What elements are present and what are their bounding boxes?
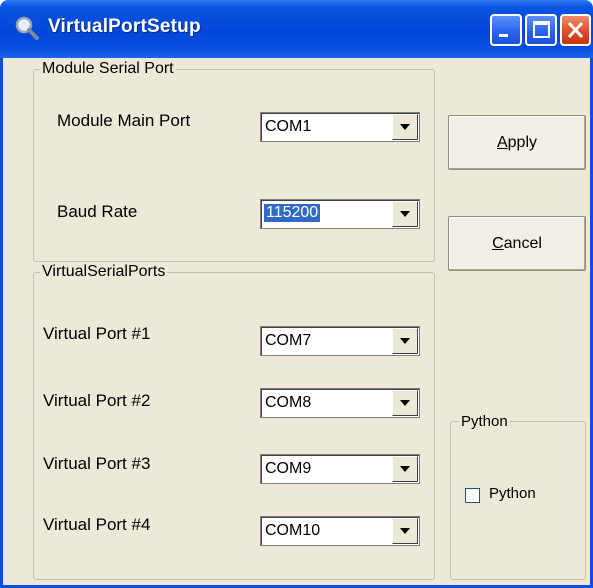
chevron-down-icon bbox=[400, 211, 410, 217]
cancel-label-rest: ancel bbox=[503, 234, 542, 252]
virtual-port-1-dropdown-button[interactable] bbox=[392, 328, 418, 354]
virtual-port-4-label: Virtual Port #4 bbox=[43, 515, 151, 534]
magnifier-app-icon bbox=[15, 16, 39, 40]
python-group-label: Python bbox=[459, 413, 510, 430]
virtual-port-2-combo[interactable]: COM8 bbox=[260, 388, 420, 418]
virtual-port-2-dropdown-button[interactable] bbox=[392, 390, 418, 416]
chevron-down-icon bbox=[400, 124, 410, 130]
virtual-port-1-label: Virtual Port #1 bbox=[43, 324, 151, 343]
virtual-port-3-label: Virtual Port #3 bbox=[43, 454, 151, 473]
apply-mnemonic: A bbox=[496, 133, 508, 151]
cancel-mnemonic: C bbox=[492, 234, 504, 252]
baud-rate-label: Baud Rate bbox=[57, 202, 138, 221]
minimize-button[interactable] bbox=[490, 14, 522, 46]
chevron-down-icon bbox=[400, 338, 410, 344]
virtual-port-4-dropdown-button[interactable] bbox=[392, 518, 418, 544]
baud-rate-value: 115200 bbox=[264, 204, 321, 222]
cancel-button[interactable]: Cancel bbox=[448, 216, 586, 271]
virtual-port-1-value: COM7 bbox=[265, 332, 312, 349]
maximize-button[interactable] bbox=[525, 14, 557, 46]
module-serial-port-group bbox=[33, 69, 435, 262]
apply-button[interactable]: Apply bbox=[448, 115, 586, 170]
minimize-icon bbox=[499, 34, 508, 37]
virtual-port-3-value: COM9 bbox=[265, 460, 312, 477]
virtual-port-1-combo[interactable]: COM7 bbox=[260, 326, 420, 356]
title-bar[interactable]: VirtualPortSetup bbox=[0, 0, 593, 58]
module-main-port-combo[interactable]: COM1 bbox=[260, 112, 420, 142]
virtual-port-setup-window: VirtualPortSetup Module Serial Port Modu… bbox=[0, 0, 593, 588]
python-checkbox[interactable] bbox=[465, 488, 480, 503]
maximize-icon bbox=[533, 21, 550, 38]
module-main-port-dropdown-button[interactable] bbox=[392, 114, 418, 140]
virtual-serial-ports-group-label: VirtualSerialPorts bbox=[40, 263, 168, 281]
virtual-port-2-value: COM8 bbox=[265, 394, 312, 411]
virtual-port-3-combo[interactable]: COM9 bbox=[260, 454, 420, 484]
module-main-port-value: COM1 bbox=[265, 118, 312, 135]
dialog-body: Module Serial Port Module Main Port COM1… bbox=[0, 58, 593, 588]
baud-rate-dropdown-button[interactable] bbox=[392, 201, 418, 227]
virtual-port-4-combo[interactable]: COM10 bbox=[260, 516, 420, 546]
python-checkbox-label[interactable]: Python bbox=[489, 485, 536, 502]
module-main-port-label: Module Main Port bbox=[57, 111, 191, 130]
close-button[interactable] bbox=[560, 14, 591, 46]
baud-rate-combo[interactable]: 115200 bbox=[260, 199, 420, 229]
virtual-port-4-value: COM10 bbox=[265, 522, 321, 539]
virtual-port-3-dropdown-button[interactable] bbox=[392, 456, 418, 482]
close-icon bbox=[567, 21, 584, 39]
window-title: VirtualPortSetup bbox=[48, 16, 201, 37]
chevron-down-icon bbox=[400, 466, 410, 472]
virtual-port-2-label: Virtual Port #2 bbox=[43, 391, 151, 410]
module-serial-port-group-label: Module Serial Port bbox=[40, 60, 176, 78]
apply-label-rest: pply bbox=[507, 133, 538, 151]
chevron-down-icon bbox=[400, 528, 410, 534]
chevron-down-icon bbox=[400, 400, 410, 406]
